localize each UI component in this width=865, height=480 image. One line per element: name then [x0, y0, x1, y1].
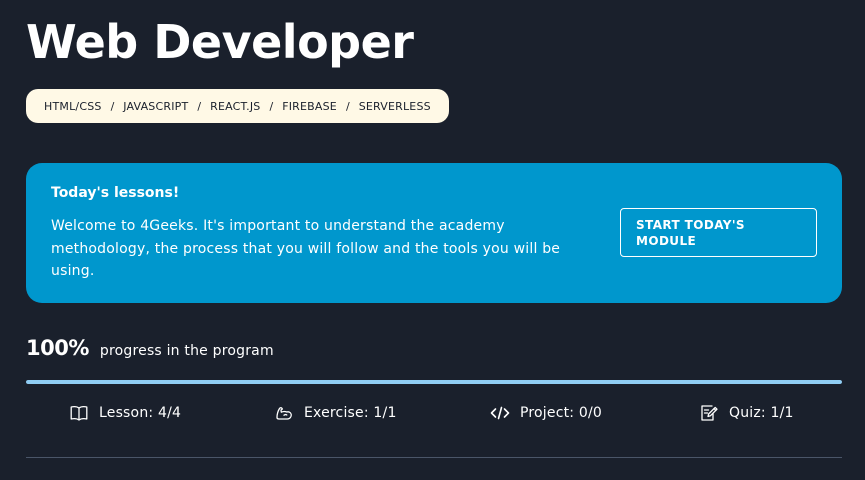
- breadcrumb: HTML/CSS / JAVASCRIPT / REACT.JS / FIREB…: [26, 89, 449, 123]
- strong-arm-icon: [274, 403, 294, 423]
- progress-bar-fill: [26, 380, 842, 384]
- breadcrumb-item-serverless[interactable]: SERVERLESS: [359, 100, 431, 113]
- stat-exercise: Exercise: 1/1: [274, 400, 397, 426]
- stat-quiz-label: Quiz: 1/1: [729, 405, 794, 421]
- breadcrumb-item-javascript[interactable]: JAVASCRIPT: [123, 100, 188, 113]
- todays-lessons-card: Today's lessons! Welcome to 4Geeks. It's…: [26, 163, 842, 303]
- lessons-card-text: Welcome to 4Geeks. It's important to und…: [51, 218, 561, 279]
- breadcrumb-item-html-css[interactable]: HTML/CSS: [44, 100, 102, 113]
- lessons-card-heading: Today's lessons!: [51, 185, 180, 201]
- stat-exercise-label: Exercise: 1/1: [304, 405, 397, 421]
- stat-project: Project: 0/0: [490, 400, 602, 426]
- edit-note-icon: [699, 403, 719, 423]
- stat-lesson: Lesson: 4/4: [69, 400, 181, 426]
- progress-label: progress in the program: [99, 343, 274, 359]
- breadcrumb-separator: /: [110, 99, 115, 113]
- page-title: Web Developer: [26, 15, 414, 69]
- stat-project-label: Project: 0/0: [520, 405, 602, 421]
- start-module-button[interactable]: START TODAY'S MODULE: [620, 208, 817, 257]
- breadcrumb-separator: /: [269, 99, 274, 113]
- progress-bar: [26, 380, 842, 384]
- book-icon: [69, 403, 89, 423]
- progress-summary: 100% progress in the program: [26, 336, 274, 360]
- code-icon: [490, 403, 510, 423]
- breadcrumb-item-firebase[interactable]: FIREBASE: [282, 100, 337, 113]
- page: Web Developer HTML/CSS / JAVASCRIPT / RE…: [0, 0, 865, 480]
- breadcrumb-separator: /: [345, 99, 350, 113]
- breadcrumb-separator: /: [197, 99, 202, 113]
- progress-percent: 100%: [26, 336, 89, 360]
- divider: [26, 457, 842, 458]
- stats-row: Lesson: 4/4 Exercise: 1/1 Project: 0/0 Q…: [26, 400, 842, 426]
- breadcrumb-item-react[interactable]: REACT.JS: [210, 100, 260, 113]
- stat-quiz: Quiz: 1/1: [699, 400, 794, 426]
- stat-lesson-label: Lesson: 4/4: [99, 405, 182, 421]
